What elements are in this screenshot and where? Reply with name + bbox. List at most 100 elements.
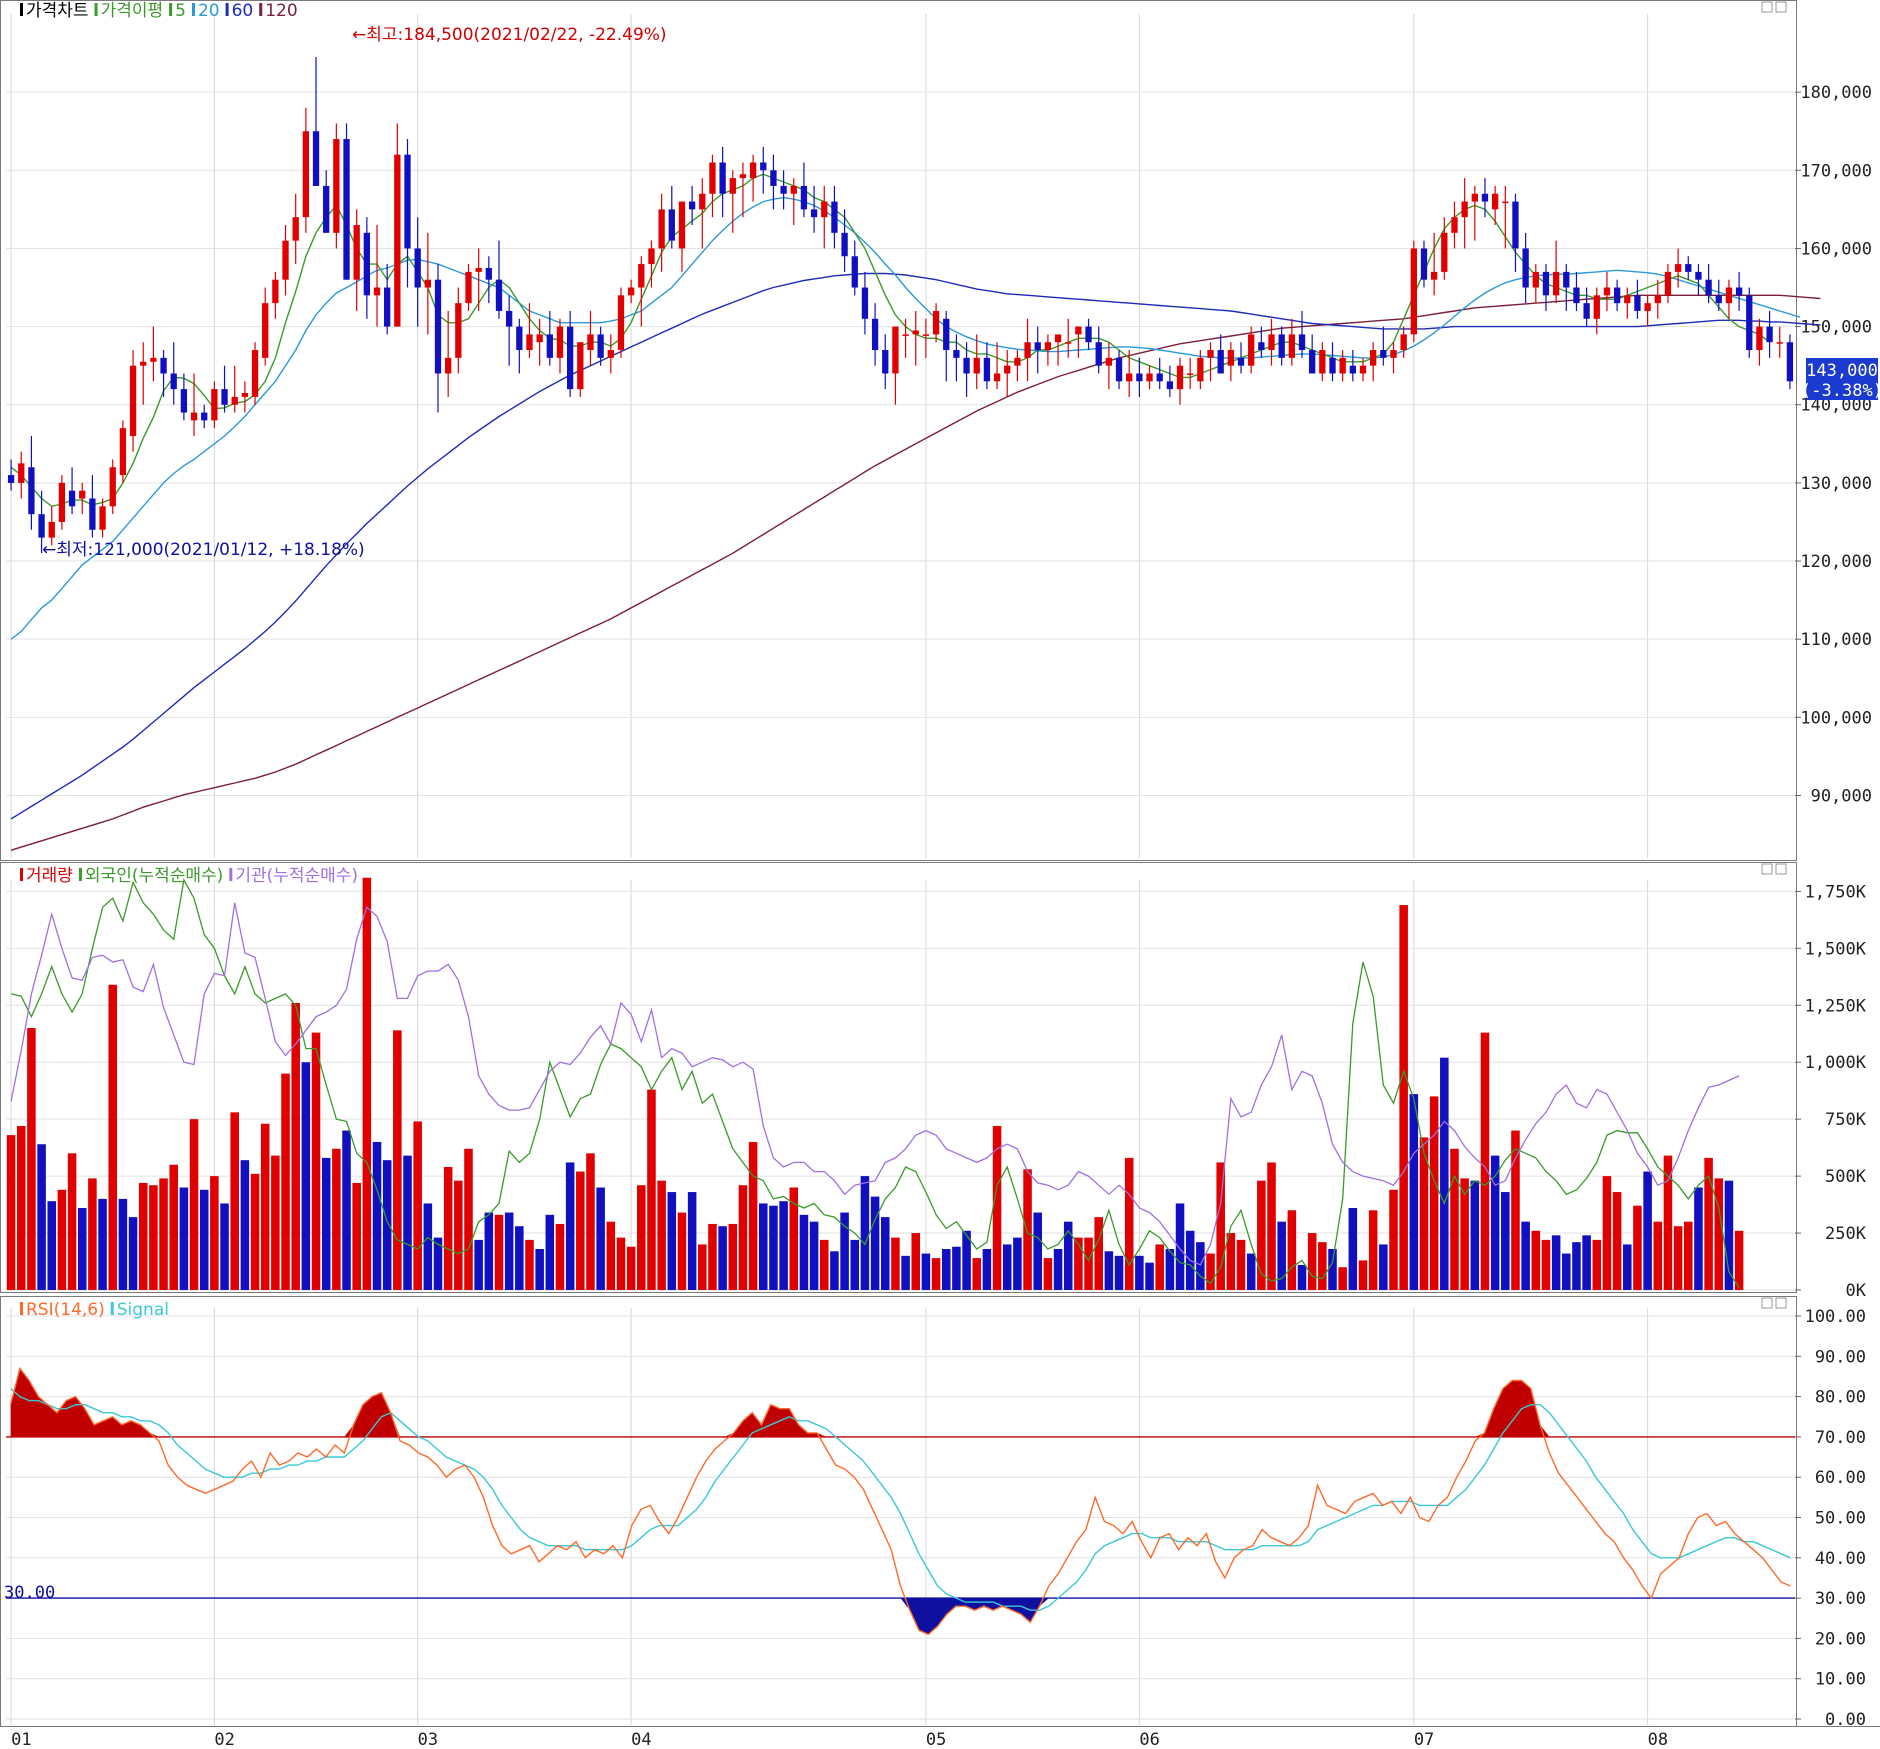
volume-bar — [1104, 1251, 1114, 1290]
candle-body — [719, 162, 726, 194]
candle-body — [211, 389, 218, 421]
x-tick-label: 01 — [11, 1730, 31, 1749]
volume-bar — [1541, 1239, 1551, 1290]
volume-tick-label: 1,750K — [1805, 882, 1867, 902]
candle-body — [282, 240, 289, 280]
candle-body — [79, 490, 86, 499]
volume-bar — [616, 1237, 626, 1290]
volume-bar — [901, 1255, 910, 1290]
candle-body — [1329, 357, 1336, 374]
volume-bar — [576, 1171, 585, 1290]
volume-bar — [352, 1182, 361, 1290]
volume-bar — [515, 1226, 524, 1290]
candle-body — [617, 295, 625, 351]
legend-label: 외국인(누적순매수) — [85, 866, 223, 886]
price-tick-label: 120,000 — [1800, 552, 1872, 572]
volume-bar — [1124, 1157, 1134, 1290]
volume-bar — [484, 1212, 494, 1290]
volume-bar — [108, 984, 117, 1290]
price-tick-label: 180,000 — [1800, 83, 1872, 103]
rsi-tick-label: 50.00 — [1815, 1509, 1866, 1529]
candle-body — [882, 350, 889, 374]
candle-body — [1359, 365, 1367, 374]
volume-bar — [260, 1123, 270, 1290]
candle-body — [465, 271, 472, 304]
candle-body — [1552, 271, 1560, 296]
candle-body — [475, 267, 482, 272]
candle-body — [404, 154, 411, 249]
candle-body — [871, 318, 879, 351]
candle-body — [536, 334, 543, 343]
candle-body — [983, 357, 991, 382]
price-tick-label: 130,000 — [1800, 474, 1872, 494]
candle-body — [526, 334, 533, 351]
rsi-tick-label: 0.00 — [1825, 1710, 1866, 1730]
candle-body — [760, 162, 767, 171]
volume-bar — [1562, 1253, 1571, 1290]
candle-body — [363, 232, 371, 296]
volume-bar — [677, 1212, 687, 1290]
volume-bar — [372, 1141, 382, 1290]
candle-body — [1603, 287, 1611, 296]
candle-body — [1085, 326, 1092, 343]
volume-bar — [1734, 1230, 1744, 1290]
candle-body — [973, 357, 980, 374]
x-tick-label: 03 — [418, 1730, 438, 1749]
legend-label: 5 — [175, 1, 186, 21]
volume-bar — [250, 1173, 260, 1290]
candle-body — [1075, 326, 1082, 335]
candle-body — [150, 357, 157, 362]
volume-bar — [1551, 1235, 1561, 1290]
candle-body — [1268, 334, 1275, 351]
candle-body — [495, 279, 503, 311]
volume-bar — [1155, 1244, 1164, 1290]
candle-body — [1014, 357, 1021, 366]
volume-bar — [1338, 1267, 1347, 1290]
candle-body — [1451, 217, 1458, 233]
volume-bar — [474, 1239, 483, 1290]
volume-bar — [1114, 1255, 1124, 1290]
candle-body — [1715, 295, 1722, 304]
volume-bar — [952, 1246, 961, 1290]
candle-body — [1583, 303, 1590, 319]
volume-bar — [1033, 1212, 1042, 1290]
candle-body — [1491, 193, 1499, 210]
candle-body — [7, 475, 15, 483]
volume-bar — [708, 1223, 717, 1290]
candle-body — [1420, 248, 1428, 280]
volume-bar — [1399, 905, 1408, 1290]
volume-bar — [179, 1187, 189, 1290]
candle-body — [729, 178, 736, 194]
candle-body — [68, 490, 76, 507]
volume-bar — [240, 1160, 250, 1290]
volume-bar — [1440, 1057, 1449, 1290]
candle-body — [1664, 271, 1672, 296]
legend-label: Signal — [117, 1300, 169, 1320]
candle-body — [1695, 271, 1702, 280]
candle-body — [1034, 342, 1041, 351]
candle-body — [922, 334, 930, 336]
volume-bar — [271, 1155, 280, 1290]
volume-bar — [911, 1233, 921, 1290]
candle-body — [821, 201, 828, 218]
legend-label: 가격차트 — [26, 1, 89, 21]
legend-label: 기관(누적순매수) — [235, 866, 358, 886]
volume-bar — [1633, 1205, 1642, 1290]
volume-bar — [1724, 1180, 1734, 1290]
volume-bar — [606, 1221, 616, 1290]
price-tick-label: 100,000 — [1800, 708, 1872, 728]
volume-bar — [1684, 1221, 1693, 1290]
candle-body — [1756, 326, 1763, 351]
volume-bar — [545, 1214, 555, 1290]
candle-body — [1766, 326, 1773, 343]
legend-swatch — [20, 1302, 23, 1315]
candle-body — [1735, 287, 1743, 296]
candle-body — [1207, 350, 1214, 358]
legend-label: 20 — [198, 1, 220, 21]
volume-bar — [1307, 1233, 1317, 1290]
candle-body — [18, 463, 25, 483]
volume-tick-label: 1,250K — [1805, 996, 1867, 1016]
volume-bar — [1145, 1262, 1154, 1290]
candle-body — [963, 357, 970, 374]
candle-body — [1471, 193, 1478, 202]
